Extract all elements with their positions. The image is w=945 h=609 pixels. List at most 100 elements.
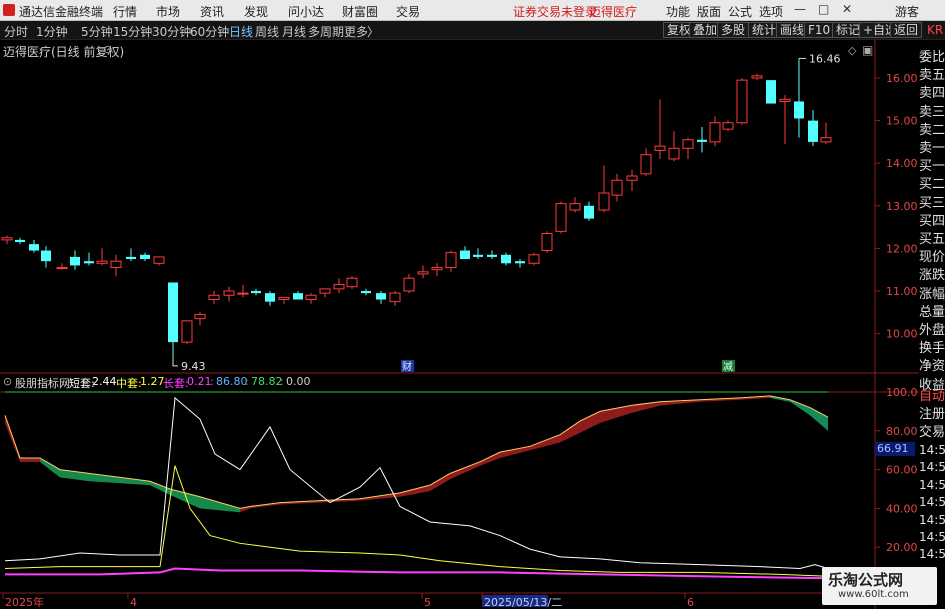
candle-body — [305, 294, 317, 301]
low-label: 9.43 — [181, 360, 206, 373]
low-pointer — [172, 357, 178, 367]
candle-body — [460, 250, 470, 260]
tick-time: 14:56 — [919, 530, 945, 544]
indicator-menu-icon[interactable]: ⊙ — [3, 375, 12, 388]
kr-label[interactable]: KR — [927, 23, 943, 37]
title-bar: 通达信金融终端 行情 市场 资讯 发现 问小达 财富圈 交易 证券交易未登录 迈… — [0, 0, 945, 21]
candle-body — [319, 288, 331, 294]
panel-action[interactable]: 注册 — [919, 403, 945, 422]
period-15min[interactable]: 15分钟 — [113, 23, 152, 40]
quote-row-label: 买一 — [919, 159, 945, 175]
menu-discover[interactable]: 发现 — [244, 3, 268, 20]
candle-body — [445, 252, 457, 269]
panel-action[interactable]: 自动 — [919, 385, 945, 404]
f10-button[interactable]: F10 — [804, 22, 835, 38]
back-button[interactable]: 返回 — [890, 22, 923, 38]
quote-row-label: 卖五 — [919, 68, 945, 84]
quote-row-label: 买二 — [919, 177, 945, 193]
period-toolbar: 分时 1分钟 5分钟 15分钟 30分钟 60分钟 日线 周线 月线 多周期 更… — [0, 21, 945, 40]
collapse-icon[interactable]: ▣ — [862, 43, 873, 57]
quote-row-label: 外盘 — [919, 323, 945, 338]
indicator-tick-label: 20.00 — [886, 541, 918, 554]
short-value: 2.44 — [92, 375, 117, 388]
period-daily[interactable]: 日线 — [229, 23, 253, 40]
candle-body — [126, 256, 136, 260]
period-intraday[interactable]: 分时 — [4, 23, 28, 40]
watermark-title: 乐淘公式网 — [828, 571, 904, 589]
period-weekly[interactable]: 周线 — [255, 23, 279, 40]
candle-body — [194, 313, 206, 320]
formula-button[interactable]: 公式 — [728, 3, 752, 20]
period-multi[interactable]: 多周期 — [308, 23, 344, 40]
watermark-url: www.60lt.com — [838, 589, 909, 600]
candle-body — [237, 292, 249, 295]
price-tick-label: 14.00 — [886, 157, 918, 170]
long-line — [5, 567, 829, 580]
menu-wealth-circle[interactable]: 财富圈 — [342, 3, 378, 20]
menu-ask-xiaoda[interactable]: 问小达 — [288, 3, 324, 20]
quote-row-label: 卖三 — [919, 104, 945, 120]
maximize-icon[interactable]: □ — [818, 2, 829, 16]
candle-body — [181, 320, 193, 343]
period-5min[interactable]: 5分钟 — [81, 23, 113, 40]
chevron-right-icon[interactable]: 〉 — [367, 23, 379, 40]
candle-body — [15, 239, 25, 243]
candle-body — [569, 203, 581, 211]
current-value-badge: 66.91 — [875, 442, 915, 456]
candle-body — [333, 284, 345, 290]
quote-row-label: 买四 — [919, 213, 945, 229]
candle-body — [168, 282, 178, 343]
price-tick-label: 12.00 — [886, 242, 918, 255]
quote-row-label: 净资 — [919, 359, 945, 375]
menu-market-quotes[interactable]: 行情 — [113, 3, 137, 20]
trade-login-warning[interactable]: 证券交易未登录 — [513, 3, 597, 20]
app-name: 通达信金融终端 — [19, 5, 104, 19]
chart-canvas[interactable]: 16.00 15.00 14.00 13.00 12.00 11.00 10.00 16.4… — [0, 40, 919, 609]
menu-trade[interactable]: 交易 — [396, 3, 420, 20]
period-30min[interactable]: 30分钟 — [152, 23, 191, 40]
candle-body — [417, 271, 429, 275]
candle-body — [611, 179, 623, 196]
candle-body — [598, 192, 610, 211]
value-4: 86.80 — [216, 375, 248, 388]
layout-button[interactable]: 版面 — [697, 3, 721, 20]
multi-stock-button[interactable]: 多股 — [717, 22, 750, 38]
panel-action[interactable]: 交易 — [919, 421, 945, 440]
candle-body — [431, 267, 443, 271]
functions-button[interactable]: 功能 — [666, 3, 690, 20]
period-more[interactable]: 更多 — [344, 23, 368, 40]
candle-body — [541, 232, 553, 252]
candle-body — [208, 294, 220, 301]
candle-body — [501, 254, 511, 264]
candle-body — [96, 260, 108, 264]
tick-time: 14:56 — [919, 460, 945, 475]
indicator-name[interactable]: 股朋指标网 — [15, 375, 70, 391]
period-monthly[interactable]: 月线 — [282, 23, 306, 40]
quote-row-label: 涨幅 — [919, 286, 945, 302]
user-guest[interactable]: 游客 — [895, 3, 919, 20]
candle-body — [668, 147, 680, 160]
period-1min[interactable]: 1分钟 — [36, 23, 68, 40]
quote-row-label: 换手 — [919, 341, 945, 357]
candle-body — [794, 101, 804, 119]
candle-body — [779, 98, 791, 102]
options-button[interactable]: 选项 — [759, 3, 783, 20]
value-6: 0.00 — [286, 375, 311, 388]
close-icon[interactable]: ✕ — [842, 2, 852, 16]
candle-body — [403, 277, 415, 292]
tick-time: 14:56 — [919, 512, 945, 527]
quote-row-label: 买五 — [919, 232, 945, 247]
minimize-icon[interactable]: — — [794, 2, 806, 16]
diamond-icon[interactable]: ◇ — [848, 44, 856, 57]
indicator-axis: 100.0 80.00 60.00 40.00 20.00 — [875, 386, 918, 554]
menu-market[interactable]: 市场 — [156, 3, 180, 20]
candle-body — [584, 205, 594, 219]
candle-body — [555, 203, 567, 232]
candle-body — [293, 293, 303, 300]
x-tick-label: 5 — [424, 596, 431, 609]
menu-news[interactable]: 资讯 — [200, 3, 224, 20]
period-60min[interactable]: 60分钟 — [190, 23, 229, 40]
title-dropdown-icon[interactable]: ⊙ — [103, 43, 112, 56]
price-tick-label: 15.00 — [886, 115, 918, 128]
tick-time: 14:56 — [919, 547, 945, 562]
